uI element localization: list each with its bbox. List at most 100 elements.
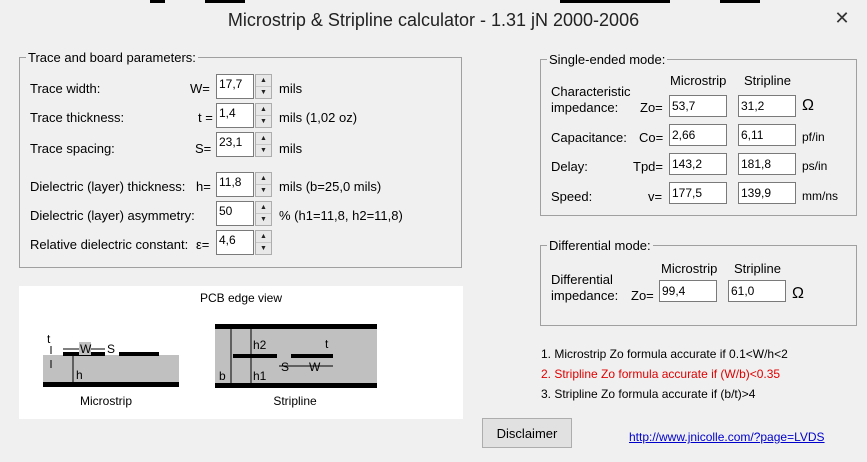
se-microstrip-header: Microstrip [670,73,727,88]
close-icon[interactable]: ✕ [829,7,855,29]
trace-thickness-label: Trace thickness: [30,110,125,125]
asymmetry-label: Dielectric (layer) asymmetry: [30,208,195,223]
stripline-s-label: S [281,360,289,374]
se-speed-microstrip[interactable] [669,182,727,204]
se-stripline-header: Stripline [744,73,791,88]
dielectric-thickness-symbol: h= [196,179,211,194]
stripline-label: Stripline [273,394,317,408]
trace-thickness-spin-buttons[interactable]: ▲ ▼ [255,103,272,128]
se-delay-label: Delay: [551,159,588,174]
se-impedance-label-2: impedance: [551,100,619,115]
top-edge-artifact [560,0,670,3]
microstrip-w-label: W [80,342,92,356]
spin-down-icon[interactable]: ▼ [256,184,271,195]
pcb-view-title: PCB edge view [200,291,282,305]
trace-spacing-label: Trace spacing: [30,141,115,156]
dielectric-thickness-input[interactable] [216,172,254,197]
pcb-diagram: PCB edge view t W S h Microstrip b h2 h1… [43,291,377,408]
spin-down-icon[interactable]: ▼ [256,86,271,97]
spin-down-icon[interactable]: ▼ [256,144,271,155]
dielectric-constant-spin-buttons[interactable]: ▲ ▼ [255,230,272,255]
se-impedance-microstrip[interactable] [669,95,727,117]
trace-width-input[interactable] [216,74,254,99]
top-edge-artifact [720,0,760,3]
asymmetry-spin-buttons[interactable]: ▲ ▼ [255,201,272,226]
diff-impedance-symbol: Zo= [631,288,654,303]
se-speed-unit: mm/ns [802,189,838,203]
se-capacitance-microstrip[interactable] [669,124,727,146]
se-capacitance-symbol: Co= [639,130,664,145]
dielectric-constant-label: Relative dielectric constant: [30,237,189,252]
stripline-top-ground [215,324,377,329]
se-capacitance-label: Capacitance: [551,130,627,145]
pcb-edge-view: PCB edge view t W S h Microstrip b h2 h1… [19,286,463,419]
stripline-b-label: b [219,369,226,383]
stripline-h2-label: h2 [253,338,267,352]
trace-thickness-input[interactable] [216,103,254,128]
top-edge-artifact [205,0,245,3]
trace-width-label: Trace width: [30,81,101,96]
microstrip-s-label: S [107,342,115,356]
spin-up-icon[interactable]: ▲ [256,133,271,144]
microstrip-h-label: h [76,368,83,382]
microstrip-label: Microstrip [80,394,132,408]
spin-down-icon[interactable]: ▼ [256,213,271,224]
se-speed-label: Speed: [551,189,593,204]
se-capacitance-stripline[interactable] [738,124,796,146]
diff-impedance-label-1: Differential [551,272,613,287]
trace-width-symbol: W= [190,81,210,96]
diff-impedance-microstrip[interactable] [659,280,717,302]
trace-spacing-spin-buttons[interactable]: ▲ ▼ [255,132,272,157]
se-impedance-symbol: Zo= [640,100,663,115]
trace-width-spin-buttons[interactable]: ▲ ▼ [255,74,272,99]
website-link[interactable]: http://www.jnicolle.com/?page=LVDS [629,430,825,444]
trace-spacing-unit: mils [279,141,303,156]
dielectric-constant-symbol: ε= [196,237,210,252]
diff-microstrip-header: Microstrip [661,261,718,276]
title-bar: Microstrip & Stripline calculator - 1.31… [0,0,867,40]
se-delay-microstrip[interactable] [669,153,727,175]
se-capacitance-unit: pf/in [802,130,825,144]
diff-stripline-header: Stripline [734,261,781,276]
differential-legend: Differential mode: [549,238,651,253]
note-stripline-accuracy-warning: 2. Stripline Zo formula accurate if (W/b… [541,367,781,381]
microstrip-t-label: t [47,332,51,346]
ohm-icon: Ω [792,285,804,302]
spin-down-icon[interactable]: ▼ [256,115,271,126]
se-impedance-stripline[interactable] [738,95,796,117]
se-speed-stripline[interactable] [738,182,796,204]
dielectric-constant-input[interactable] [216,230,254,255]
trace-params-legend: Trace and board parameters: [28,50,196,65]
top-edge-artifact [150,0,165,3]
se-delay-unit: ps/in [802,159,828,173]
asymmetry-unit: % (h1=11,8, h2=11,8) [279,208,403,223]
microstrip-trace-right [119,352,159,356]
window-title: Microstrip & Stripline calculator - 1.31… [227,10,640,30]
dielectric-thickness-spin-buttons[interactable]: ▲ ▼ [255,172,272,197]
trace-thickness-unit: mils (1,02 oz) [279,110,358,125]
spin-up-icon[interactable]: ▲ [256,173,271,184]
spin-up-icon[interactable]: ▲ [256,75,271,86]
spin-up-icon[interactable]: ▲ [256,231,271,242]
spin-up-icon[interactable]: ▲ [256,202,271,213]
stripline-trace-left [233,354,277,358]
se-delay-stripline[interactable] [738,153,796,175]
stripline-bottom-ground [215,383,377,388]
stripline-h1-label: h1 [253,369,267,383]
spin-up-icon[interactable]: ▲ [256,104,271,115]
single-ended-legend: Single-ended mode: [549,52,666,67]
microstrip-ground-plane [43,382,179,387]
diff-impedance-stripline[interactable] [728,280,786,302]
ohm-icon: Ω [802,97,814,114]
note-microstrip-accuracy: 1. Microstrip Zo formula accurate if 0.1… [541,347,788,361]
se-delay-symbol: Tpd= [633,159,663,174]
asymmetry-input[interactable] [216,201,254,226]
disclaimer-button[interactable]: Disclaimer [482,418,572,448]
se-impedance-label-1: Characteristic [551,84,631,99]
dielectric-thickness-label: Dielectric (layer) thickness: [30,179,186,194]
microstrip-substrate [43,355,179,382]
trace-spacing-input[interactable] [216,132,254,157]
trace-spacing-symbol: S= [195,141,212,156]
spin-down-icon[interactable]: ▼ [256,242,271,253]
se-speed-symbol: v= [648,189,663,204]
